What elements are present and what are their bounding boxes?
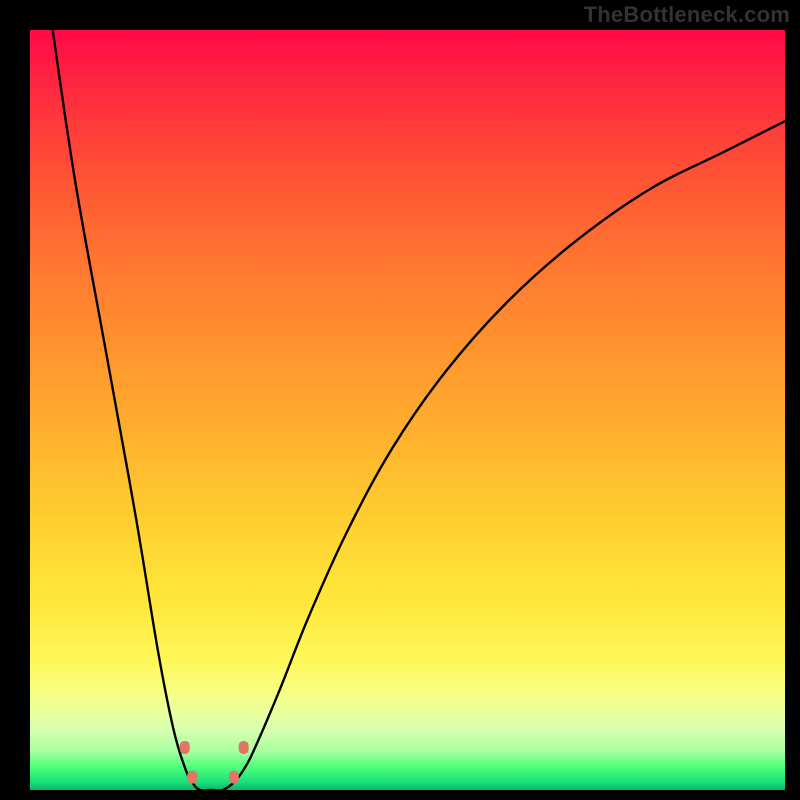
curve-marker-1 <box>187 771 197 784</box>
attribution-text: TheBottleneck.com <box>584 2 790 28</box>
curve-path <box>53 30 785 790</box>
curve-marker-2 <box>229 771 239 784</box>
bottleneck-curve <box>30 30 785 790</box>
plot-area <box>30 30 785 790</box>
chart-frame: TheBottleneck.com <box>0 0 800 800</box>
curve-marker-0 <box>180 741 190 754</box>
curve-marker-3 <box>239 741 249 754</box>
